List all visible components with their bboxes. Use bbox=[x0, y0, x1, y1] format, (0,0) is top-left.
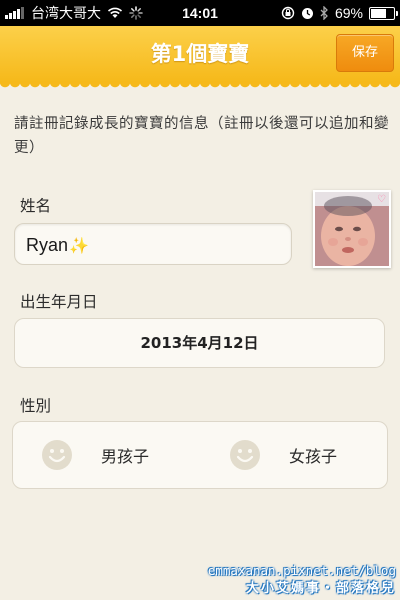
gender-option-label: 男孩子 bbox=[101, 447, 150, 466]
gender-option-boy[interactable]: 男孩子 bbox=[41, 422, 149, 488]
bluetooth-icon bbox=[320, 6, 328, 20]
baby-photo[interactable]: ♡ bbox=[313, 190, 391, 268]
smiley-icon bbox=[230, 440, 260, 470]
rotation-lock-icon bbox=[281, 6, 295, 20]
heart-icon: ♡ bbox=[377, 194, 386, 205]
name-value: Ryan bbox=[26, 235, 69, 255]
sparkle-icon: ✨ bbox=[69, 238, 89, 255]
battery-percent: 69% bbox=[334, 5, 363, 21]
watermark-title: 大小艾媽事・部落格兒 bbox=[245, 581, 396, 596]
blog-watermark: emmaxanan.pixnet.net/blog 大小艾媽事・部落格兒 bbox=[208, 562, 396, 598]
birthday-field[interactable]: 2013年4月12日 bbox=[14, 318, 385, 368]
page: 台湾大哥大 14:01 69% 第1個寶寶 保存 請註冊記錄成長的寶寶的信息（註… bbox=[0, 0, 400, 600]
nav-scalloped-edge bbox=[0, 82, 400, 90]
gender-option-label: 女孩子 bbox=[289, 447, 338, 466]
alarm-icon bbox=[301, 7, 313, 19]
birthday-label: 出生年月日 bbox=[20, 293, 98, 311]
nav-bar: 第1個寶寶 保存 bbox=[0, 26, 400, 82]
gender-label: 性別 bbox=[20, 397, 52, 415]
battery-fill bbox=[371, 8, 386, 18]
smiley-icon bbox=[42, 440, 72, 470]
name-label: 姓名 bbox=[20, 197, 52, 215]
name-field[interactable]: Ryan✨ bbox=[14, 223, 292, 265]
watermark-url: emmaxanan.pixnet.net/blog bbox=[207, 563, 396, 578]
gender-option-girl[interactable]: 女孩子 bbox=[229, 422, 337, 488]
gender-selector: 男孩子 女孩子 bbox=[12, 421, 388, 489]
status-bar: 台湾大哥大 14:01 69% bbox=[0, 0, 400, 26]
battery-icon bbox=[369, 6, 398, 20]
intro-text: 請註冊記錄成長的寶寶的信息（註冊以後還可以追加和變更） bbox=[14, 116, 389, 156]
save-button[interactable]: 保存 bbox=[336, 34, 394, 72]
